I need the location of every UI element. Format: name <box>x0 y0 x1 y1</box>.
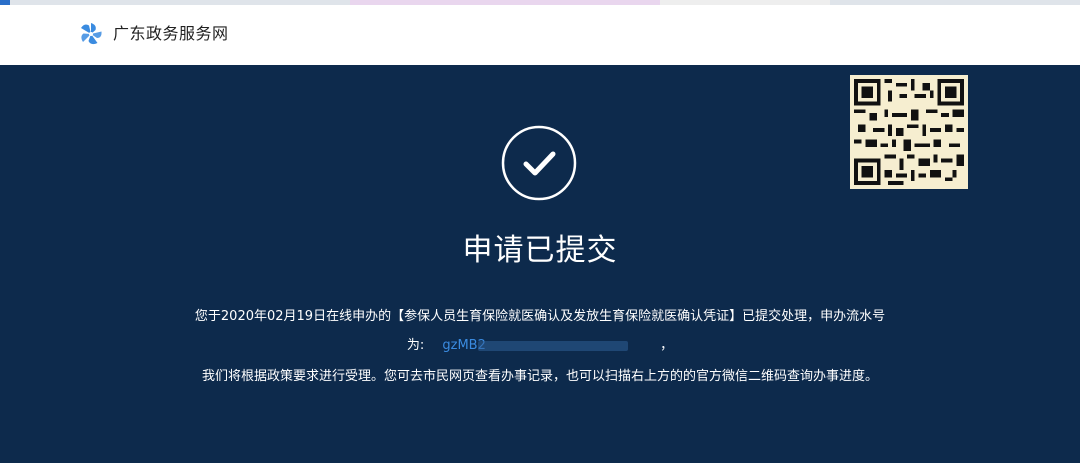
serial-prefix: 为: <box>406 338 425 353</box>
submission-result-panel: 申请已提交 您于2020年02月19日在线申办的【参保人员生育保险就医确认及发放… <box>0 65 1080 463</box>
submission-message-line1: 您于2020年02月19日在线申办的【参保人员生育保险就医确认及发放生育保险就医… <box>194 309 886 324</box>
redaction-mask <box>478 341 629 351</box>
qr-code-icon <box>854 79 964 185</box>
wechat-qr-code <box>850 75 968 189</box>
site-name: 广东政务服务网 <box>113 24 229 43</box>
site-header: 广东政务服务网 <box>0 5 1080 65</box>
check-circle-icon <box>501 125 577 201</box>
serial-number-line: 为: gzMB2 ， <box>0 336 1080 356</box>
pinwheel-logo-icon <box>81 23 102 45</box>
submission-message-line3: 我们将根据政策要求进行受理。您可去市民网页查看办事记录，也可以扫描右上方的的官方… <box>201 369 878 384</box>
serial-suffix: ， <box>660 338 674 353</box>
success-status <box>501 125 577 201</box>
page-title: 申请已提交 <box>462 233 618 268</box>
serial-number: gzMB2 <box>442 336 629 356</box>
site-logo-link[interactable]: 广东政务服务网 <box>79 22 229 46</box>
